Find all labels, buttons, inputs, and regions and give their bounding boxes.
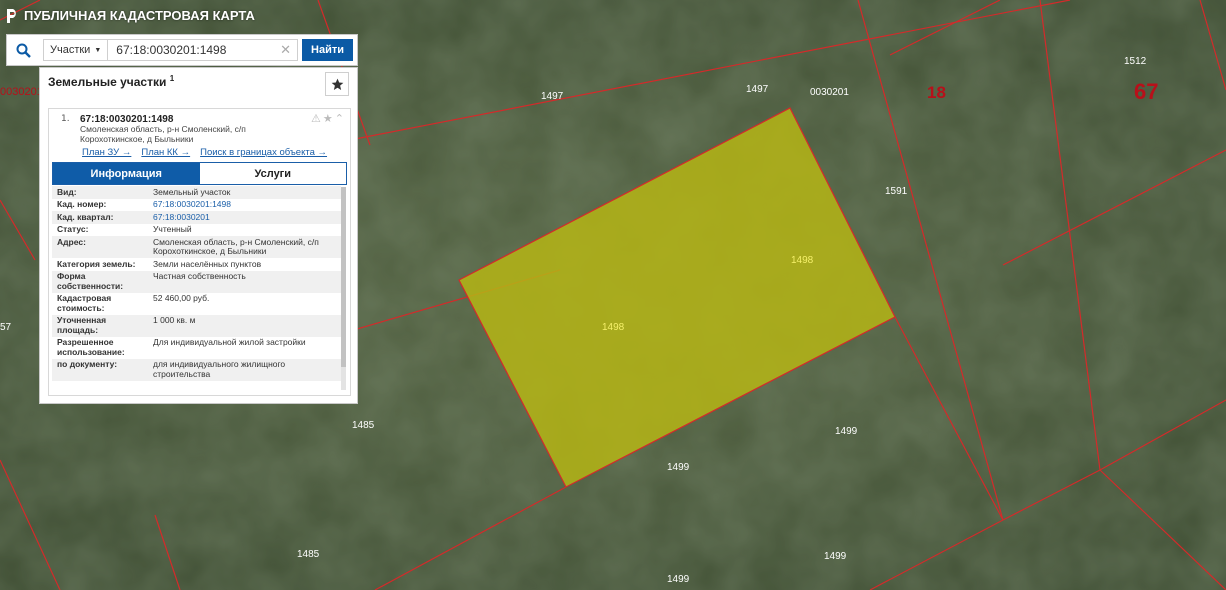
logo-icon [7,8,16,23]
result-index: 1. [61,114,70,124]
region-label: 67 [1134,79,1158,104]
clear-icon[interactable]: ✕ [280,42,291,58]
parcel-label-57: 57 [0,322,12,333]
search-type-select[interactable]: Участки ▼ [43,39,109,61]
search-type-label: Участки [50,44,91,56]
parcel-label-1512: 1512 [1124,56,1147,67]
quarter-label-left: 0030201 [0,86,43,98]
quarter-label: 0030201 [810,87,849,98]
parcel-label-1499-b: 1499 [667,462,690,473]
link-search-in-bounds[interactable]: Поиск в границах объекта → [200,147,327,158]
parcel-label-1485-b: 1485 [297,549,320,560]
selected-label-1498-a: 1498 [791,255,814,266]
table-row: Статус: Учтенный [57,224,192,234]
caret-down-icon: ▼ [94,46,102,54]
search-bar: Участки ▼ 67:18:0030201:1498 ✕ Найти [6,34,358,66]
search-submit-button[interactable]: Найти [302,39,353,61]
search-query: 67:18:0030201:1498 [116,43,227,57]
tab-services[interactable]: Услуги [199,163,346,184]
favorite-button[interactable] [325,72,349,96]
table-row: Разрешенное использование: Для индивидуал… [57,337,306,357]
star-icon[interactable]: ★ [323,112,333,125]
results-count: 1 [169,74,175,83]
scrollbar[interactable] [341,187,346,390]
table-row: Категория земель: Земли населённых пункто… [57,258,262,269]
table-row: Форма собственности: Частная собственност… [52,270,341,293]
table-row: Адрес: Смоленская область, р-н Смоленский… [52,236,341,258]
parcel-label-1499-c: 1499 [824,551,847,562]
result-card[interactable]: 1. 67:18:0030201:1498 Смоленская область… [48,108,351,396]
parcel-label-1497-a: 1497 [541,91,564,102]
app-header: ПУБЛИЧНАЯ КАДАСТРОВАЯ КАРТА [6,8,255,23]
info-table: Вид: Земельный участок Кад. номер: 67:18:0… [52,186,341,381]
scrollbar-thumb[interactable] [341,187,346,367]
table-row: Уточненная площадь: 1 000 кв. м [52,314,341,337]
parcel-label-1591: 1591 [885,186,908,197]
panel-title: Земельные участки 1 [48,74,175,89]
card-tabs: Информация Услуги [52,162,347,185]
table-row: по документу: для индивидуального жилищно… [52,358,341,381]
district-label: 18 [927,83,946,102]
selected-label-1498-b: 1498 [602,322,625,333]
parcel-label-1499-d: 1499 [667,574,690,585]
app-title: ПУБЛИЧНАЯ КАДАСТРОВАЯ КАРТА [24,8,255,23]
table-row: Кадастровая стоимость: 52 460,00 руб. [57,293,210,313]
cad-quarter-link[interactable]: 67:18:0030201 [153,212,210,222]
cad-number-link[interactable]: 67:18:0030201:1498 [153,199,231,209]
table-row: Вид: Земельный участок [52,186,341,199]
tab-info[interactable]: Информация [53,163,200,184]
parcel-label-1499-a: 1499 [835,426,858,437]
table-row: Кад. номер: 67:18:0030201:1498 [57,199,231,209]
search-input[interactable]: 67:18:0030201:1498 ✕ [108,39,299,61]
parcel-label-1497-b: 1497 [746,84,769,95]
results-panel: Земельные участки 1 1. 67:18:0030201:149… [39,67,358,404]
warning-icon[interactable]: ⚠ [311,112,321,125]
parcel-label-1485-a: 1485 [352,420,375,431]
result-address: Смоленская область, р-н Смоленский, с/п … [80,124,246,144]
chevron-up-icon[interactable]: ⌃ [335,112,344,125]
star-icon [331,78,343,90]
result-links: План ЗУ → План КК → Поиск в границах объ… [82,147,327,158]
table-row: Кад. квартал: 67:18:0030201 [52,211,341,224]
search-icon[interactable] [7,35,39,65]
link-plan-zu[interactable]: План ЗУ → [82,147,131,158]
link-plan-kk[interactable]: План КК → [141,147,190,158]
